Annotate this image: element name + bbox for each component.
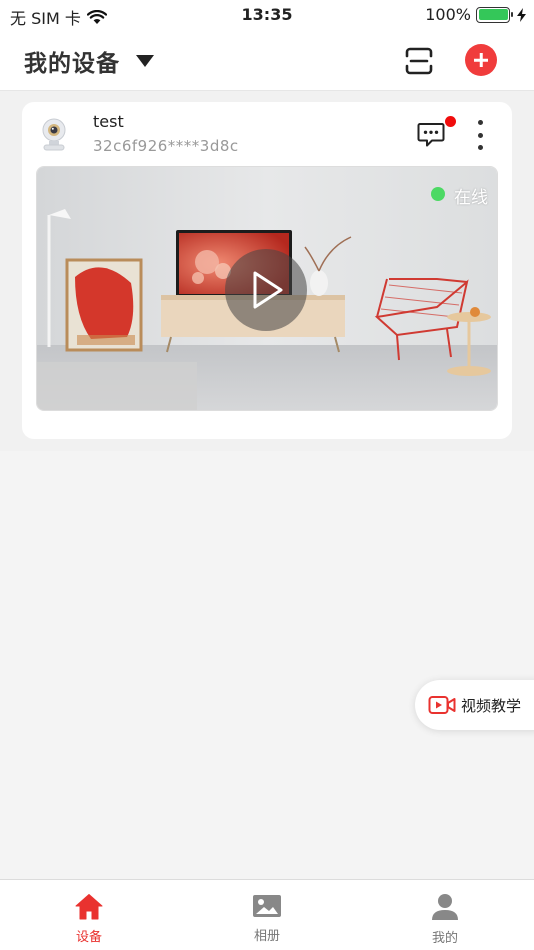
tab-bar: 设备 相册 我的 <box>0 879 534 950</box>
tab-album[interactable]: 相册 <box>178 880 356 950</box>
dot-icon <box>477 132 483 138</box>
tab-devices-label: 设备 <box>75 930 102 945</box>
play-icon <box>253 271 283 309</box>
device-id: 32c6f926****3d8c <box>93 137 239 155</box>
charging-icon <box>517 7 526 22</box>
video-preview[interactable]: 在线 <box>36 166 498 411</box>
page-title: 我的设备 <box>24 51 120 77</box>
message-icon[interactable] <box>417 120 445 148</box>
device-card[interactable]: test 32c6f926****3d8c 在线 <box>22 102 512 439</box>
add-device-button[interactable] <box>465 44 497 76</box>
battery-percent: 100% <box>425 5 471 24</box>
online-status-label: 在线 <box>454 188 488 208</box>
video-tutorial-label: 视频教学 <box>461 696 522 715</box>
person-icon <box>432 894 458 920</box>
battery-icon <box>476 6 513 23</box>
online-status-dot <box>431 187 445 201</box>
caret-down-icon <box>136 55 154 67</box>
tab-me[interactable]: 我的 <box>356 880 534 950</box>
status-bar: 无 SIM 卡 13:35 100% <box>0 0 534 30</box>
dot-icon <box>477 145 483 150</box>
video-tutorial-button[interactable]: 视频教学 <box>415 680 534 730</box>
camera-icon <box>42 118 66 151</box>
dot-icon <box>477 120 483 125</box>
more-options-button[interactable] <box>474 120 486 150</box>
album-icon <box>253 895 281 917</box>
tab-album-label: 相册 <box>253 929 280 944</box>
unread-badge <box>445 116 456 127</box>
video-camera-icon <box>428 696 456 714</box>
device-group-selector[interactable]: 我的设备 <box>24 44 154 78</box>
scan-button[interactable] <box>403 46 435 76</box>
tab-devices[interactable]: 设备 <box>0 880 178 950</box>
device-name: test <box>93 112 124 131</box>
header: 我的设备 <box>0 30 534 91</box>
status-right: 100% <box>425 5 526 24</box>
play-button[interactable] <box>225 249 307 331</box>
tab-me-label: 我的 <box>431 931 458 946</box>
home-icon <box>75 894 103 920</box>
